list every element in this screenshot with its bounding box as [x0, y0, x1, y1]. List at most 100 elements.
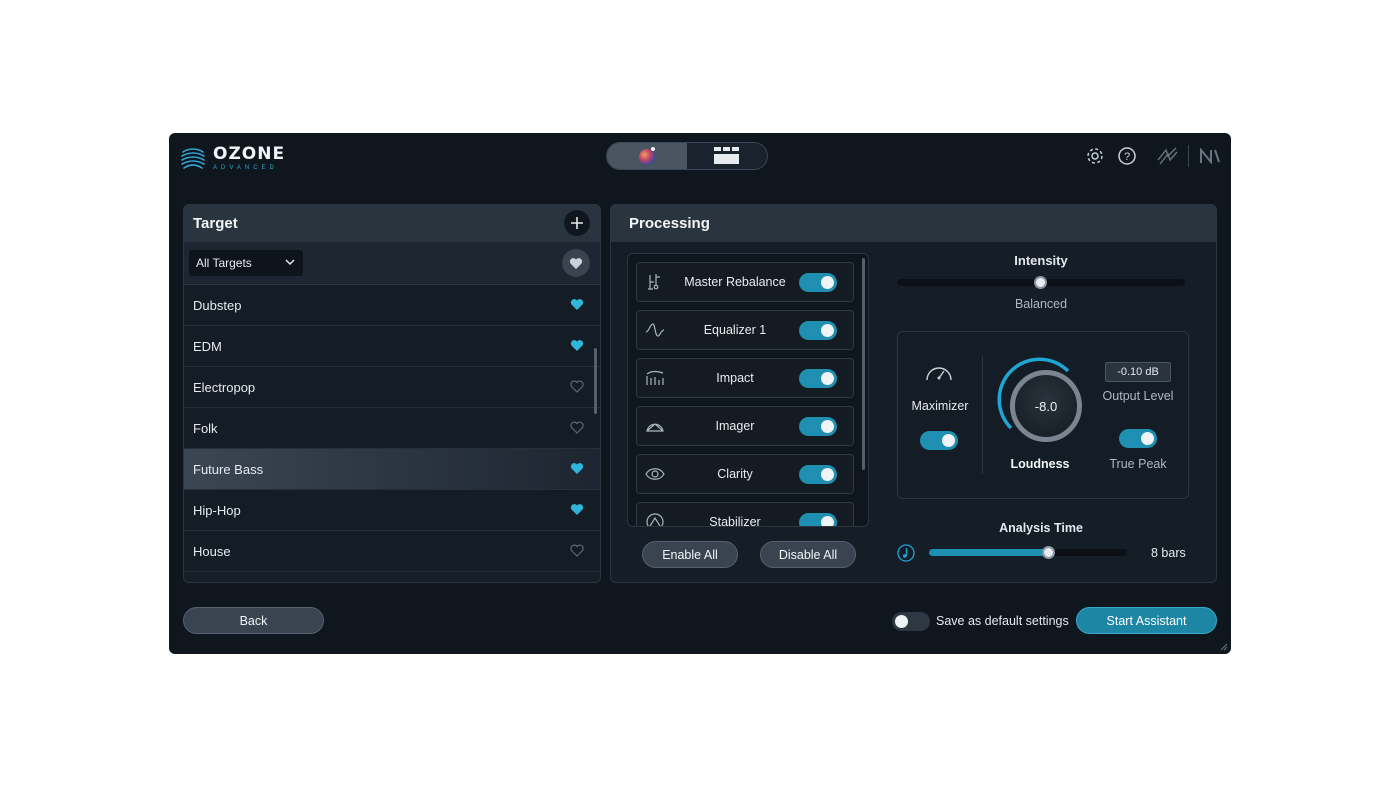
output-level-field[interactable]: -0.10 dB	[1105, 362, 1171, 382]
favorite-heart-outline-icon[interactable]	[570, 380, 584, 393]
imager-icon	[646, 423, 664, 432]
intensity-label: Intensity	[1014, 253, 1068, 268]
enable-all-button[interactable]: Enable All	[642, 541, 738, 568]
favorites-filter-button[interactable]	[562, 249, 590, 277]
equalizer-wave-icon	[645, 323, 665, 337]
target-item-future-bass[interactable]: Future Bass	[184, 449, 600, 490]
module-list: Master Rebalance Equalizer 1 Impact Imag…	[627, 253, 869, 527]
save-default-toggle[interactable]	[892, 612, 930, 631]
loudness-label: Loudness	[1010, 457, 1070, 471]
clarity-eye-icon	[645, 468, 665, 480]
start-assistant-button[interactable]: Start Assistant	[1076, 607, 1217, 634]
true-peak-toggle[interactable]	[1119, 429, 1157, 448]
resize-handle-icon[interactable]	[1220, 643, 1228, 651]
view-switch[interactable]	[606, 142, 768, 170]
add-target-button[interactable]	[564, 210, 590, 236]
target-panel: Target All Targets Dubstep EDM Electropo…	[183, 204, 601, 583]
target-item-label: EDM	[193, 338, 222, 354]
analysis-time-label: Analysis Time	[999, 521, 1083, 535]
favorite-heart-outline-icon[interactable]	[570, 421, 584, 434]
music-note-icon	[897, 544, 915, 562]
target-item-label: Electropop	[193, 379, 256, 395]
module-label: Impact	[716, 371, 754, 385]
favorite-heart-icon[interactable]	[570, 462, 584, 475]
modules-view-button[interactable]	[687, 143, 767, 169]
maximizer-divider	[982, 356, 983, 474]
speedometer-icon	[926, 367, 952, 381]
target-item-label: Folk	[193, 420, 218, 436]
output-level-label: Output Level	[1102, 389, 1174, 403]
module-label: Stabilizer	[709, 515, 761, 527]
modules-grid-icon	[714, 147, 739, 164]
processing-panel-header: Processing	[611, 205, 1216, 242]
favorite-heart-outline-icon[interactable]	[570, 544, 584, 557]
target-item-dubstep[interactable]: Dubstep	[184, 285, 600, 326]
target-item-electropop[interactable]: Electropop	[184, 367, 600, 408]
module-list-scrollbar[interactable]	[862, 258, 865, 470]
stabilizer-icon	[646, 513, 664, 526]
true-peak-label: True Peak	[1109, 457, 1167, 471]
disable-all-button[interactable]: Disable All	[760, 541, 856, 568]
target-item-hip-hop[interactable]: Hip-Hop	[184, 490, 600, 531]
target-filter-select[interactable]: All Targets	[189, 250, 303, 276]
maximizer-box: Maximizer -8.0 Loudness -0.10 dB Output …	[897, 331, 1189, 499]
stabilizer-toggle[interactable]	[799, 513, 837, 526]
analysis-time-slider-thumb[interactable]	[1041, 546, 1055, 559]
analysis-time-value: 8 bars	[1151, 546, 1186, 560]
header-divider	[1188, 145, 1189, 167]
processing-panel: Processing Master Rebalance Equalizer 1 …	[610, 204, 1217, 583]
master-rebalance-toggle[interactable]	[799, 273, 837, 292]
module-stabilizer: Stabilizer	[636, 502, 854, 527]
module-equalizer-1: Equalizer 1	[636, 310, 854, 350]
target-filter-row: All Targets	[184, 242, 600, 285]
clarity-toggle[interactable]	[799, 465, 837, 484]
module-impact: Impact	[636, 358, 854, 398]
favorite-heart-icon[interactable]	[570, 503, 584, 516]
target-item-label: House	[193, 543, 231, 559]
imager-toggle[interactable]	[799, 417, 837, 436]
module-master-rebalance: Master Rebalance	[636, 262, 854, 302]
favorite-heart-icon[interactable]	[570, 298, 584, 311]
module-imager: Imager	[636, 406, 854, 446]
ozone-logo-icon	[181, 148, 205, 169]
target-list-scrollbar[interactable]	[594, 348, 597, 414]
loudness-knob-face[interactable]: -8.0	[1010, 370, 1082, 442]
svg-text:?: ?	[1124, 151, 1130, 163]
maximizer-label: Maximizer	[911, 399, 969, 413]
loudness-value: -8.0	[1034, 398, 1058, 414]
analysis-time-fill	[929, 549, 1048, 556]
settings-gear-icon[interactable]	[1084, 145, 1106, 167]
loudness-knob[interactable]: -8.0	[996, 356, 1086, 446]
module-label: Imager	[715, 419, 755, 433]
target-panel-title: Target	[193, 215, 238, 232]
processing-panel-title: Processing	[629, 215, 710, 232]
target-item-house[interactable]: House	[184, 531, 600, 572]
module-clarity: Clarity	[636, 454, 854, 494]
analysis-time-slider[interactable]	[929, 549, 1127, 556]
header-icons: ?	[1084, 145, 1221, 167]
target-item-edm[interactable]: EDM	[184, 326, 600, 367]
target-filter-value: All Targets	[196, 256, 252, 270]
target-item-folk[interactable]: Folk	[184, 408, 600, 449]
maximizer-toggle[interactable]	[920, 431, 958, 450]
help-icon[interactable]: ?	[1116, 145, 1138, 167]
ozone-logo: OZONE ADVANCED	[179, 143, 285, 173]
assistant-orb-icon	[639, 147, 655, 165]
brand-subtitle: ADVANCED	[213, 164, 278, 171]
plus-icon	[571, 217, 583, 229]
brand-title: OZONE	[213, 143, 286, 164]
izotope-logo-icon[interactable]	[1156, 145, 1178, 167]
favorite-heart-icon[interactable]	[570, 339, 584, 352]
master-rebalance-icon	[648, 274, 660, 290]
target-item-label: Dubstep	[193, 297, 242, 313]
intensity-slider-thumb[interactable]	[1034, 276, 1047, 289]
target-panel-header: Target	[184, 205, 600, 242]
equalizer-1-toggle[interactable]	[799, 321, 837, 340]
assistant-view-button[interactable]	[607, 143, 687, 169]
heart-icon	[569, 257, 583, 269]
back-button[interactable]: Back	[183, 607, 324, 634]
ozone-assistant-window: OZONE ADVANCED ? Target All Targets Dubs…	[169, 133, 1231, 654]
ni-logo-icon[interactable]	[1199, 145, 1221, 167]
module-label: Equalizer 1	[703, 323, 767, 337]
impact-toggle[interactable]	[799, 369, 837, 388]
